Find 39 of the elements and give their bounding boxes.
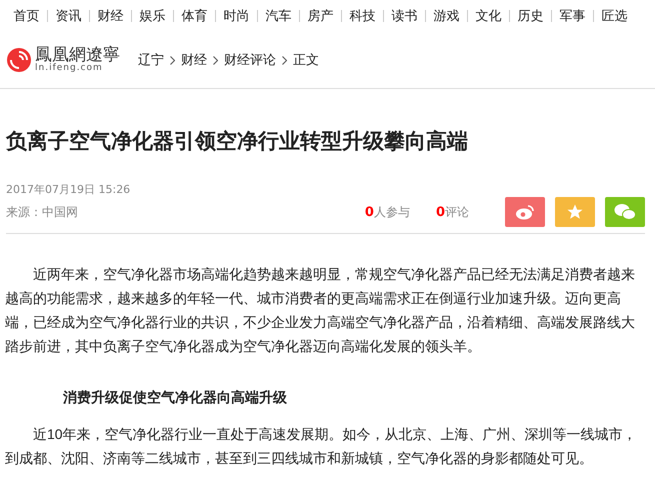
breadcrumb-link[interactable]: 财经 [181,51,207,69]
nav-link[interactable]: 房产 [300,7,341,25]
nav-link[interactable]: 军事 [552,7,593,25]
star-icon [566,203,584,221]
logo-icon [6,47,32,73]
breadcrumb-link[interactable]: 辽宁 [138,51,164,69]
publish-date: 2017年07月19日 15:26 [6,182,132,197]
nav-link[interactable]: 游戏 [426,7,467,25]
paragraph: 近10年来，空气净化器行业一直处于高速发展期。如今，从北京、上海、广州、深圳等一线城市，到成都、沈阳、济南等二线城市，甚至到三四线城市和新城镇，空气净化器的身影都随处可见。 [5,425,638,468]
breadcrumb-link[interactable]: 财经评论 [224,51,276,69]
paragraph: 近两年来，空气净化器市场高端化趋势越来越明显，常规空气净化器产品已经无法满足消费者越来越高的功能需求，越来越多的年轻一代、城市消费者的更高端需求正在倒逼行业加速升级。迈向更高端，已经成为空气净化器行业的共识，不少企业发力高端空气净化器产品，沿着精细、高端发展路线大踏步前进，其中负离子空气净化器成为空气净化器迈向高端化发展的领头羊。 [5,265,636,356]
nav-link[interactable]: 首页 [6,7,47,25]
nav-link[interactable]: 科技 [342,7,383,25]
breadcrumb-link[interactable]: 正文 [293,51,319,69]
nav-link[interactable]: 资讯 [48,7,89,25]
nav-link[interactable]: 汽车 [258,7,299,25]
nav-link[interactable]: 体育 [174,7,215,25]
comment-count[interactable]: 0评论 [436,204,469,220]
chevron-icon [282,56,287,64]
nav-link[interactable]: 娱乐 [132,7,173,25]
chevron-icon [213,56,218,64]
participant-count: 0人参与 [364,204,410,220]
chevron-icon [170,56,175,64]
nav-link[interactable]: 读书 [384,7,425,25]
section-heading: 消费升级促使空气净化器向高端升级 [63,388,288,408]
weibo-icon [515,204,535,220]
share-button[interactable] [505,197,545,227]
logo-domain: ln.ifeng.com [35,64,104,73]
wechat-icon [614,203,636,221]
logo-name: 鳳凰網遼寧 [35,47,120,64]
article-title: 负离子空气净化器引领空净行业转型升级攀向高端 [6,128,469,155]
nav-link[interactable]: 财经 [90,7,131,25]
nav-link[interactable]: 时尚 [216,7,257,25]
nav-link[interactable]: 历史 [510,7,551,25]
share-button[interactable] [605,197,645,227]
nav-link[interactable]: 匠选 [594,7,635,25]
article-source: 来源：中国网 [6,204,79,220]
share-button[interactable] [555,197,595,227]
nav-link[interactable]: 文化 [468,7,509,25]
